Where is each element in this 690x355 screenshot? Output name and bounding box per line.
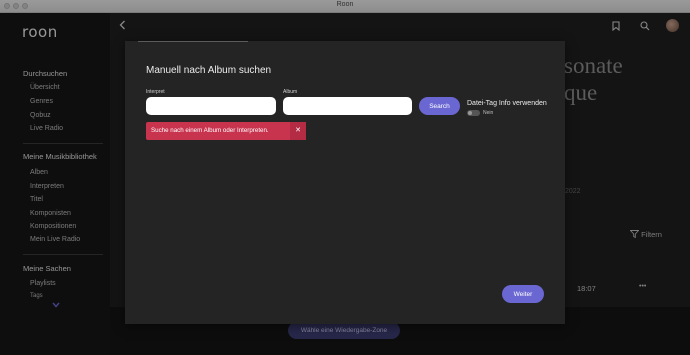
bookmark-icon[interactable]: [612, 21, 620, 33]
sidebar-item-artists[interactable]: Interpreten: [30, 183, 64, 190]
track-duration: 18:07: [577, 284, 596, 293]
filter-label: Filtern: [641, 230, 662, 239]
album-input[interactable]: [283, 97, 412, 115]
sidebar-item-playlists[interactable]: Playlists: [30, 280, 56, 287]
sidebar-item-tags[interactable]: Tags: [30, 293, 43, 299]
continue-button[interactable]: Weiter: [502, 285, 544, 303]
manual-album-search-dialog: Manuell nach Album suchen Interpret Albu…: [125, 41, 565, 324]
select-zone-button[interactable]: Wähle eine Wiedergabe-Zone: [288, 322, 400, 339]
sidebar-item-tracks[interactable]: Titel: [30, 196, 43, 203]
sidebar-item-qobuz[interactable]: Qobuz: [30, 112, 51, 119]
tag-info-toggle[interactable]: [467, 110, 480, 116]
search-button[interactable]: Search: [419, 97, 460, 115]
search-icon[interactable]: [640, 21, 650, 33]
sidebar-section-my-stuff: Meine Sachen: [23, 264, 71, 273]
album-label: Album: [283, 89, 298, 95]
sidebar-item-composers[interactable]: Komponisten: [30, 210, 71, 217]
avatar[interactable]: [666, 19, 679, 32]
toggle-knob: [468, 111, 472, 115]
sidebar-divider: [23, 254, 103, 255]
artist-input[interactable]: [146, 97, 276, 115]
album-title-line-2: que: [564, 80, 598, 105]
filter-button[interactable]: Filtern: [629, 230, 662, 240]
album-year: 2022: [565, 188, 581, 195]
sidebar: roon Durchsuchen Übersicht Genres Qobuz …: [0, 13, 110, 355]
sidebar-item-live-radio[interactable]: Live Radio: [30, 125, 63, 132]
artist-label: Interpret: [146, 89, 165, 95]
sidebar-item-genres[interactable]: Genres: [30, 98, 53, 105]
close-icon[interactable]: ✕: [290, 122, 306, 140]
album-title-line-1: sonate: [564, 53, 623, 78]
filter-icon: [629, 230, 640, 240]
tag-info-state: Nein: [483, 110, 494, 116]
sidebar-item-albums[interactable]: Alben: [30, 169, 48, 176]
error-banner: Suche nach einem Album oder Interpreten.…: [146, 122, 306, 140]
chevron-down-icon[interactable]: [52, 295, 60, 308]
sidebar-section-library: Meine Musikbibliothek: [23, 152, 97, 161]
dialog-title: Manuell nach Album suchen: [146, 65, 272, 76]
error-message: Suche nach einem Album oder Interpreten.: [151, 127, 269, 134]
sidebar-item-my-live-radio[interactable]: Mein Live Radio: [30, 236, 80, 243]
window-title: Roon: [336, 1, 354, 8]
dialog-top-accent: [138, 41, 248, 42]
sidebar-section-browse: Durchsuchen: [23, 69, 68, 78]
tag-info-label: Datei-Tag Info verwenden: [467, 100, 547, 107]
back-arrow-icon[interactable]: [119, 20, 126, 32]
roon-window: Roon roon Durchsuchen Übersicht Genres Q…: [0, 0, 690, 355]
sidebar-item-compositions[interactable]: Kompositionen: [30, 223, 76, 230]
window-titlebar: Roon: [0, 0, 690, 13]
sidebar-item-overview[interactable]: Übersicht: [30, 84, 60, 91]
sidebar-divider: [23, 143, 103, 144]
roon-logo: roon: [22, 23, 58, 41]
more-options-icon[interactable]: •••: [639, 283, 646, 290]
